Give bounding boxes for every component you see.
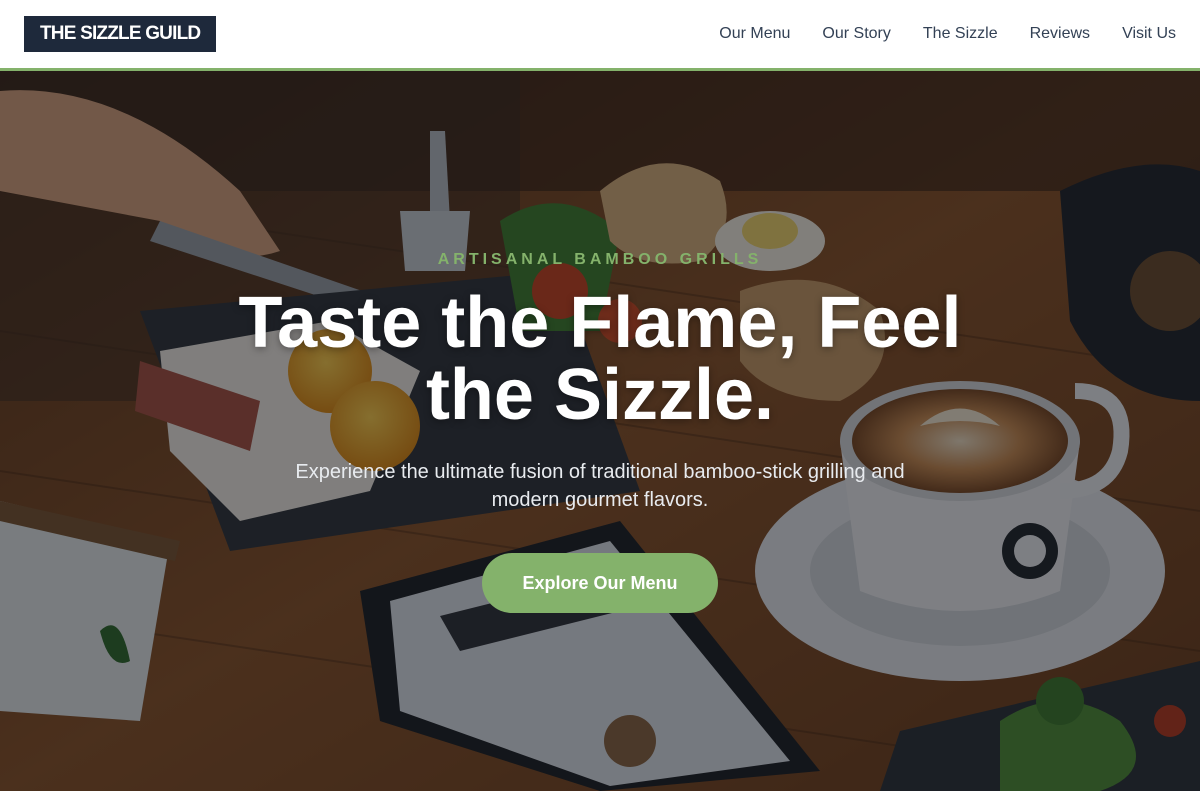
section-divider <box>0 791 1200 800</box>
hero-headline: Taste the Flame, Feel the Sizzle. <box>238 283 962 435</box>
brand-logo[interactable]: THE SIZZLE GUILD <box>24 16 217 52</box>
top-navbar: THE SIZZLE GUILD Our Menu Our Story The … <box>0 0 1200 68</box>
nav-link-reviews[interactable]: Reviews <box>1030 25 1090 43</box>
hero-content: ARTISANAL BAMBOO GRILLS Taste the Flame,… <box>0 71 1200 791</box>
nav-link-our-story[interactable]: Our Story <box>822 25 890 43</box>
hero-subtitle: Experience the ultimate fusion of tradit… <box>295 461 905 511</box>
nav-link-our-menu[interactable]: Our Menu <box>719 25 790 43</box>
hero-eyebrow: ARTISANAL BAMBOO GRILLS <box>437 251 763 268</box>
main-nav: Our Menu Our Story The Sizzle Reviews Vi… <box>719 25 1176 43</box>
nav-link-the-sizzle[interactable]: The Sizzle <box>923 25 998 43</box>
explore-menu-button[interactable]: Explore Our Menu <box>482 553 718 613</box>
nav-link-visit-us[interactable]: Visit Us <box>1122 25 1176 43</box>
hero-section: ARTISANAL BAMBOO GRILLS Taste the Flame,… <box>0 71 1200 791</box>
